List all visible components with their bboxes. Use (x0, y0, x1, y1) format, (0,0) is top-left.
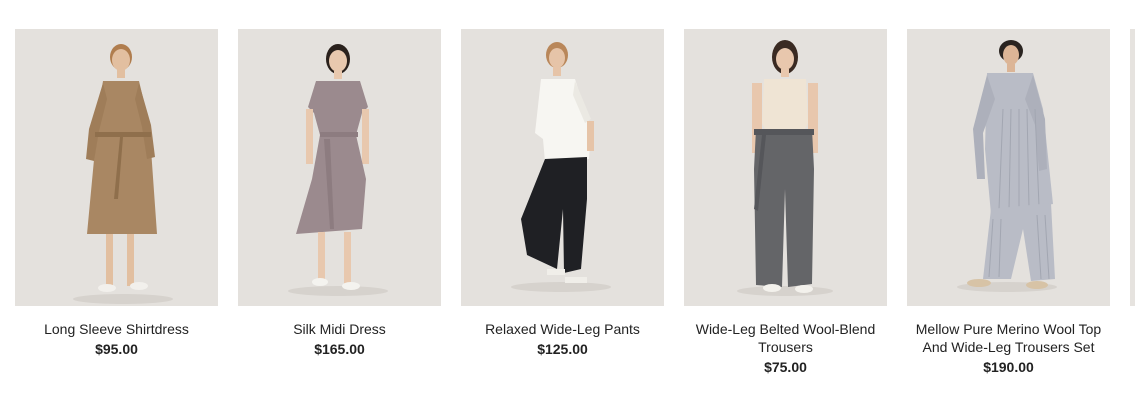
product-card[interactable]: Relaxed Wide-Leg Pants $125.00 (461, 29, 664, 376)
product-image[interactable] (15, 29, 218, 306)
product-price: $75.00 (764, 359, 807, 375)
product-card[interactable]: Long Sleeve Shirtdress $95.00 (15, 29, 218, 376)
product-name[interactable]: Mellow Pure Merino Wool Top And Wide-Leg… (907, 320, 1110, 356)
product-grid-page: Long Sleeve Shirtdress $95.00 Silk Midi … (0, 0, 1135, 406)
product-price: $95.00 (95, 341, 138, 357)
product-image[interactable] (238, 29, 441, 306)
product-price: $190.00 (983, 359, 1034, 375)
product-image[interactable] (461, 29, 664, 306)
product-name[interactable]: Silk Midi Dress (293, 320, 386, 338)
product-price: $125.00 (537, 341, 588, 357)
product-card[interactable]: Silk Midi Dress $165.00 (238, 29, 441, 376)
next-product-peek (1130, 29, 1135, 306)
product-grid: Long Sleeve Shirtdress $95.00 Silk Midi … (15, 29, 1110, 376)
product-image[interactable] (684, 29, 887, 306)
product-image[interactable] (907, 29, 1110, 306)
cut-off-intro-text (0, 0, 1135, 5)
product-name[interactable]: Long Sleeve Shirtdress (44, 320, 189, 338)
product-name[interactable]: Wide-Leg Belted Wool-Blend Trousers (684, 320, 887, 356)
product-name[interactable]: Relaxed Wide-Leg Pants (485, 320, 640, 338)
product-card[interactable]: Mellow Pure Merino Wool Top And Wide-Leg… (907, 29, 1110, 376)
product-price: $165.00 (314, 341, 365, 357)
product-card[interactable]: Wide-Leg Belted Wool-Blend Trousers $75.… (684, 29, 887, 376)
